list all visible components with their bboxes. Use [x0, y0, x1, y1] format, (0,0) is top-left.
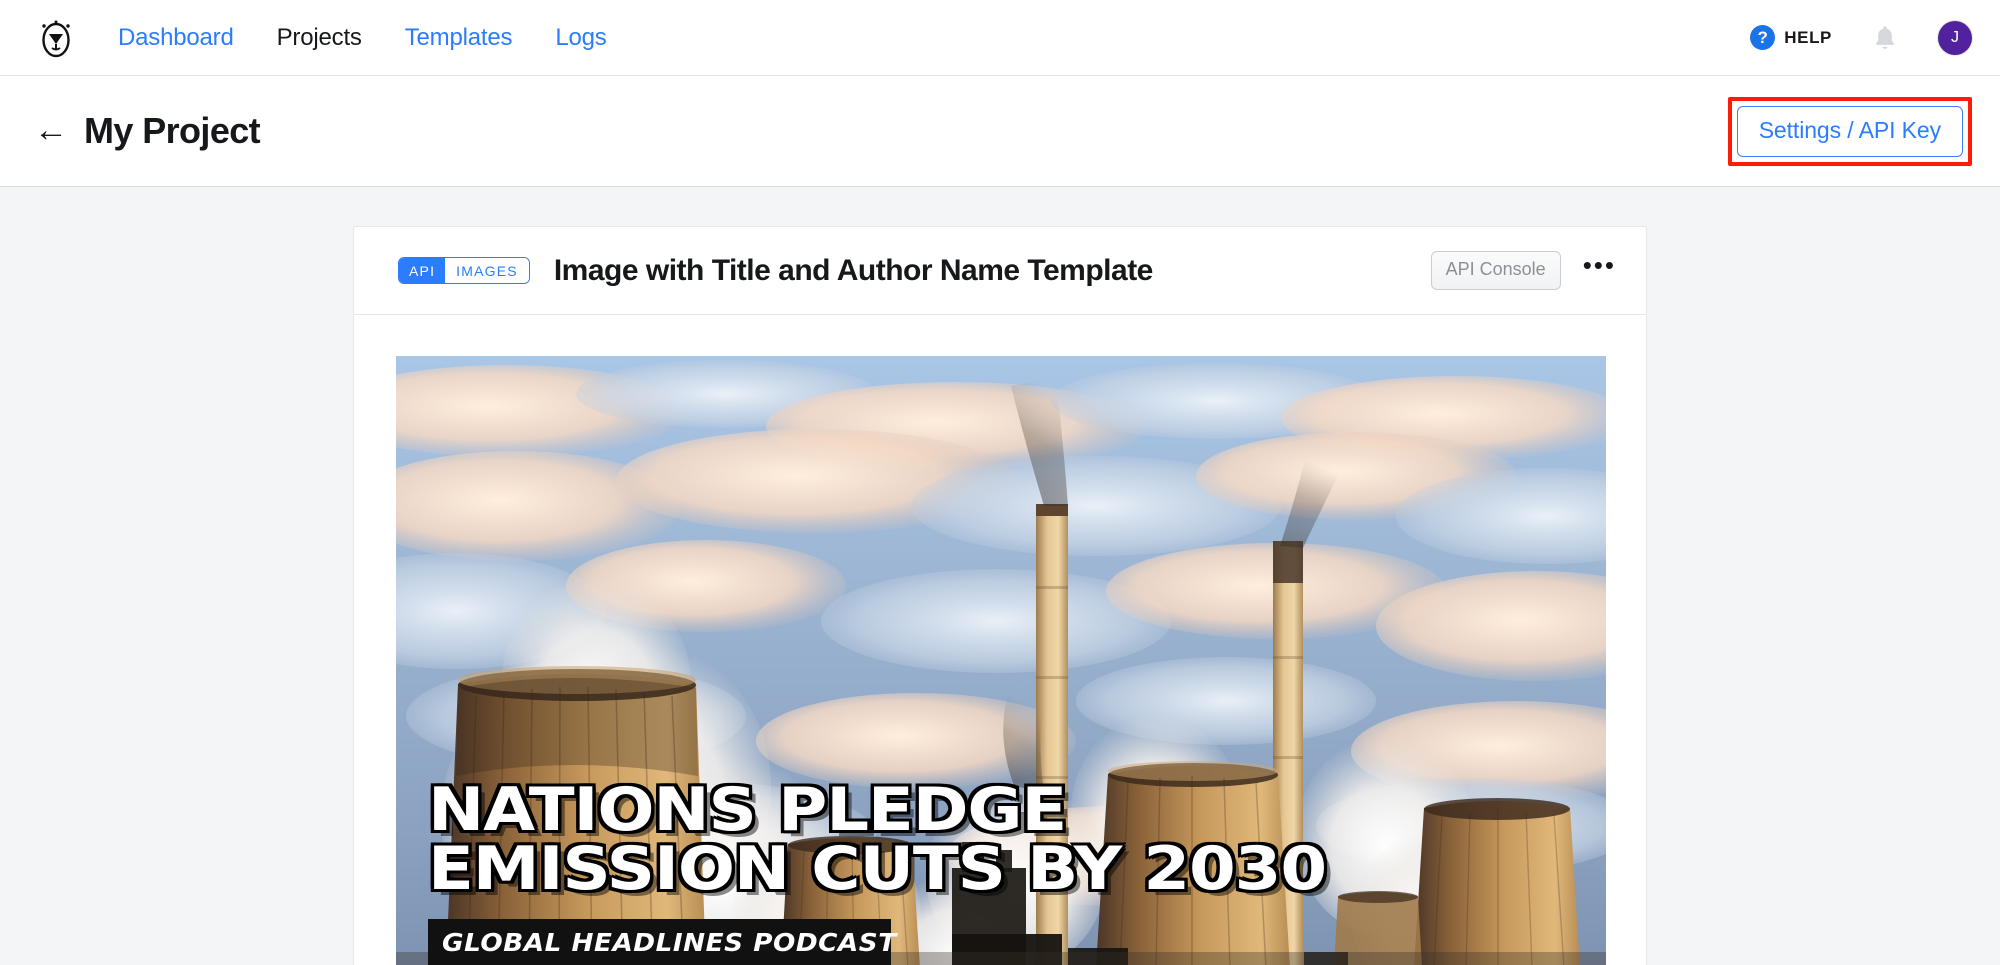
settings-highlight-box: Settings / API Key: [1727, 96, 1972, 166]
back-arrow-icon[interactable]: ←: [34, 113, 68, 147]
top-navigation-bar: Dashboard Projects Templates Logs ? HELP…: [0, 0, 2000, 76]
nav-link-logs[interactable]: Logs: [555, 24, 606, 52]
help-label: HELP: [1784, 27, 1832, 47]
template-card-body: NATIONS PLEDGE EMISSION CUTS BY 2030 GLO…: [354, 315, 1646, 965]
badge-api-label: API: [399, 258, 446, 283]
nav-link-templates[interactable]: Templates: [405, 24, 513, 52]
badge-images-label: IMAGES: [445, 258, 529, 283]
template-image-preview[interactable]: NATIONS PLEDGE EMISSION CUTS BY 2030 GLO…: [396, 356, 1606, 965]
template-card: API IMAGES Image with Title and Author N…: [353, 226, 1647, 965]
help-button[interactable]: ? HELP: [1750, 25, 1832, 50]
page-title: My Project: [84, 110, 261, 151]
overlay-headline: NATIONS PLEDGE EMISSION CUTS BY 2030: [428, 775, 1327, 905]
nav-link-dashboard[interactable]: Dashboard: [118, 24, 234, 52]
bell-icon[interactable]: [1872, 23, 1898, 53]
owl-logo-icon[interactable]: [34, 16, 78, 60]
overlay-podcast-label: GLOBAL HEADLINES PODCAST: [442, 928, 897, 957]
card-header-actions: API Console •••: [1430, 251, 1622, 290]
image-text-overlay: NATIONS PLEDGE EMISSION CUTS BY 2030 GLO…: [428, 781, 1478, 965]
nav-link-projects[interactable]: Projects: [277, 24, 362, 52]
nav-right-group: ? HELP J: [1750, 20, 1972, 55]
template-title: Image with Title and Author Name Templat…: [553, 253, 1154, 287]
api-console-button[interactable]: API Console: [1430, 251, 1561, 290]
template-card-header: API IMAGES Image with Title and Author N…: [354, 227, 1646, 315]
settings-api-key-button[interactable]: Settings / API Key: [1736, 105, 1963, 157]
question-mark-icon: ?: [1750, 25, 1776, 50]
primary-nav: Dashboard Projects Templates Logs: [118, 24, 607, 52]
overlay-podcast-bar: GLOBAL HEADLINES PODCAST: [428, 919, 896, 965]
main-content: API IMAGES Image with Title and Author N…: [0, 187, 2000, 965]
api-images-badge: API IMAGES: [398, 257, 530, 284]
more-options-icon[interactable]: •••: [1583, 252, 1622, 280]
project-subheader: ← My Project Settings / API Key: [0, 76, 2000, 187]
avatar[interactable]: J: [1938, 20, 1972, 55]
back-and-title-group: ← My Project: [34, 110, 261, 152]
